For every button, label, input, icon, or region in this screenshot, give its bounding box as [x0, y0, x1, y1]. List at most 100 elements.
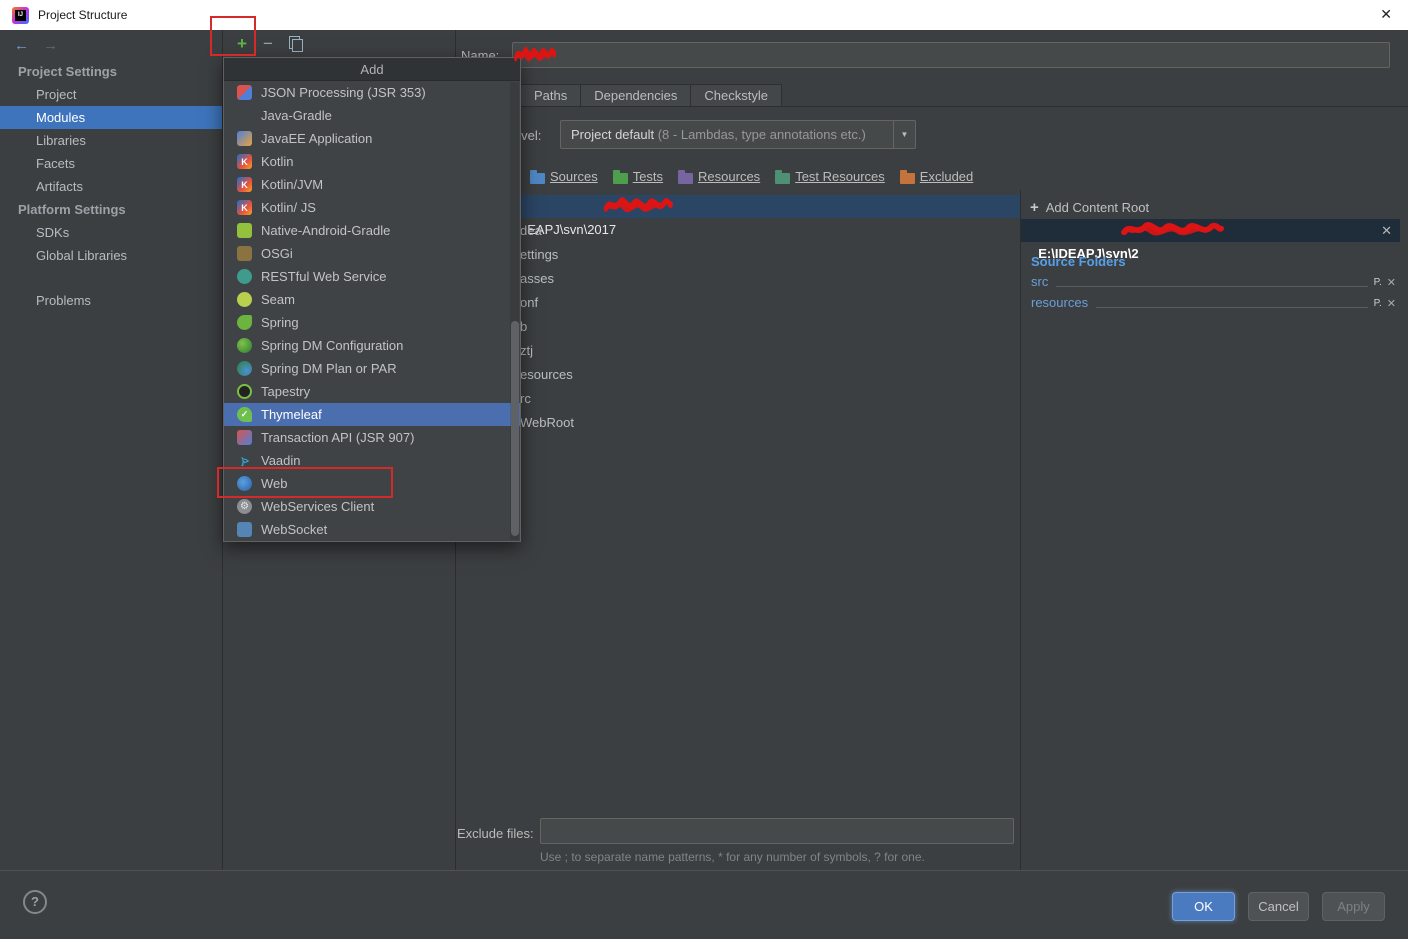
leader-line — [1096, 307, 1368, 308]
ok-button[interactable]: OK — [1172, 892, 1235, 921]
sidebar-item[interactable]: Libraries — [0, 129, 222, 152]
forward-arrow-icon[interactable]: → — [43, 37, 58, 54]
mark-as-button[interactable]: Test Resources — [775, 169, 885, 184]
remove-module-button[interactable]: − — [263, 35, 273, 52]
remove-content-root-icon[interactable]: ✕ — [1381, 219, 1392, 242]
mark-as-button[interactable]: Tests — [612, 169, 663, 184]
popup-scrollbar-thumb[interactable] — [511, 321, 519, 536]
sidebar-item[interactable]: Artifacts — [0, 175, 222, 198]
tree-row[interactable]: asses — [456, 267, 1020, 291]
tree-row[interactable]: onf — [456, 291, 1020, 315]
popup-menu-item[interactable]: WebServices Client — [224, 495, 520, 518]
framework-icon — [237, 361, 252, 376]
remove-source-folder-icon[interactable]: ✕ — [1387, 297, 1396, 311]
sidebar-item[interactable]: Problems — [0, 289, 222, 312]
sidebar-item[interactable]: SDKs — [0, 221, 222, 244]
popup-menu-item[interactable]: OSGi — [224, 242, 520, 265]
exclude-files-label: Exclude files: — [457, 826, 534, 841]
chevron-down-icon[interactable]: ▼ — [893, 121, 915, 148]
popup-item-label: Spring DM Configuration — [261, 338, 404, 353]
tree-row[interactable]: rc — [456, 387, 1020, 411]
plus-icon: + — [1030, 199, 1039, 216]
cancel-button[interactable]: Cancel — [1248, 892, 1309, 921]
popup-menu-item[interactable]: WebSocket — [224, 518, 520, 541]
framework-icon — [237, 177, 252, 192]
editor-tab[interactable]: Paths — [521, 84, 582, 107]
sidebar-item[interactable]: Modules — [0, 106, 222, 129]
popup-item-label: Spring DM Plan or PAR — [261, 361, 397, 376]
editor-tab[interactable]: Checkstyle — [691, 84, 782, 107]
module-name-input[interactable] — [512, 42, 1390, 68]
source-folder-link[interactable]: src — [1031, 274, 1048, 290]
module-editor-tabs: Paths Dependencies Checkstyle — [521, 84, 782, 107]
help-button[interactable]: ? — [23, 890, 47, 914]
popup-item-label: Native-Android-Gradle — [261, 223, 391, 238]
framework-icon — [237, 154, 252, 169]
tabs-underline — [456, 106, 1408, 107]
source-folder-link[interactable]: resources — [1031, 295, 1088, 311]
popup-menu-item[interactable]: Kotlin/JVM — [224, 173, 520, 196]
popup-item-label: Java-Gradle — [261, 108, 332, 123]
close-window-button[interactable]: ✕ — [1380, 6, 1392, 23]
mark-as-button[interactable]: Resources — [678, 169, 760, 184]
sidebar-item[interactable]: Facets — [0, 152, 222, 175]
copy-module-icon[interactable] — [288, 36, 303, 52]
popup-menu-item[interactable]: Kotlin/ JS — [224, 196, 520, 219]
remove-source-folder-icon[interactable]: ✕ — [1387, 276, 1396, 290]
framework-icon — [237, 453, 252, 468]
popup-menu-item[interactable]: Spring DM Configuration — [224, 334, 520, 357]
package-prefix-icon[interactable]: P. — [1374, 276, 1382, 290]
sidebar-item[interactable]: Project Settings — [0, 60, 222, 83]
apply-button[interactable]: Apply — [1322, 892, 1385, 921]
back-arrow-icon[interactable]: ← — [14, 37, 29, 54]
title-bar: IJ Project Structure ✕ — [0, 0, 1408, 30]
popup-item-label: Spring — [261, 315, 299, 330]
tree-row[interactable]: ettings — [456, 243, 1020, 267]
framework-icon — [237, 85, 252, 100]
window-title: Project Structure — [38, 8, 128, 22]
language-level-dropdown[interactable]: Project default (8 - Lambdas, type annot… — [560, 120, 916, 149]
popup-menu-item[interactable]: Seam — [224, 288, 520, 311]
tree-row[interactable]: b — [456, 315, 1020, 339]
popup-menu-item[interactable]: Native-Android-Gradle — [224, 219, 520, 242]
popup-item-label: Tapestry — [261, 384, 311, 399]
popup-menu-item[interactable]: Spring DM Plan or PAR — [224, 357, 520, 380]
editor-tab[interactable]: Dependencies — [581, 84, 692, 107]
sidebar-item[interactable]: Platform Settings — [0, 198, 222, 221]
popup-menu-item[interactable]: Web — [224, 472, 520, 495]
popup-menu-item[interactable]: Spring — [224, 311, 520, 334]
language-level-value: Project default — [571, 127, 655, 142]
tree-row[interactable]: WebRoot — [456, 411, 1020, 435]
add-content-root-button[interactable]: + Add Content Root — [1030, 200, 1149, 215]
popup-title: Add — [224, 58, 520, 81]
popup-menu-item[interactable]: Vaadin — [224, 449, 520, 472]
tree-row[interactable]: ztj — [456, 339, 1020, 363]
popup-menu-item[interactable]: Transaction API (JSR 907) — [224, 426, 520, 449]
sidebar-item[interactable]: Global Libraries — [0, 244, 222, 267]
popup-menu-item[interactable]: Tapestry — [224, 380, 520, 403]
popup-menu-item[interactable]: JavaEE Application — [224, 127, 520, 150]
project-structure-dialog: { "colors": { "selection_blue": "#4b6eaf… — [0, 0, 1408, 939]
popup-item-label: Kotlin/ JS — [261, 200, 316, 215]
mark-as-label: Sources — [550, 169, 598, 184]
exclude-files-input[interactable] — [540, 818, 1014, 844]
popup-menu-item[interactable]: Kotlin — [224, 150, 520, 173]
mark-as-button[interactable]: Sources — [530, 169, 598, 184]
content-root-path-row[interactable]: E:\IDEAPJ\svn\2 ✕ — [1021, 219, 1400, 261]
content-root-tree-row[interactable]: EAPJ\svn\2017 — [456, 195, 1020, 237]
modules-toolbar: + − — [224, 30, 455, 57]
mark-as-button[interactable]: Excluded — [899, 169, 973, 184]
tree-row[interactable]: esources — [456, 363, 1020, 387]
framework-icon — [237, 476, 252, 491]
package-prefix-icon[interactable]: P. — [1374, 297, 1382, 311]
framework-icon — [237, 407, 252, 422]
sidebar-item[interactable]: Project — [0, 83, 222, 106]
framework-icon — [237, 108, 252, 123]
popup-menu-item[interactable]: Thymeleaf — [224, 403, 520, 426]
popup-menu-item[interactable]: JSON Processing (JSR 353) — [224, 81, 520, 104]
tree-row[interactable]: dea — [456, 219, 1020, 243]
popup-menu-item[interactable]: RESTful Web Service — [224, 265, 520, 288]
add-module-button[interactable]: + — [237, 35, 247, 52]
popup-menu-item[interactable]: Java-Gradle — [224, 104, 520, 127]
mark-as-label: Resources — [698, 169, 761, 184]
